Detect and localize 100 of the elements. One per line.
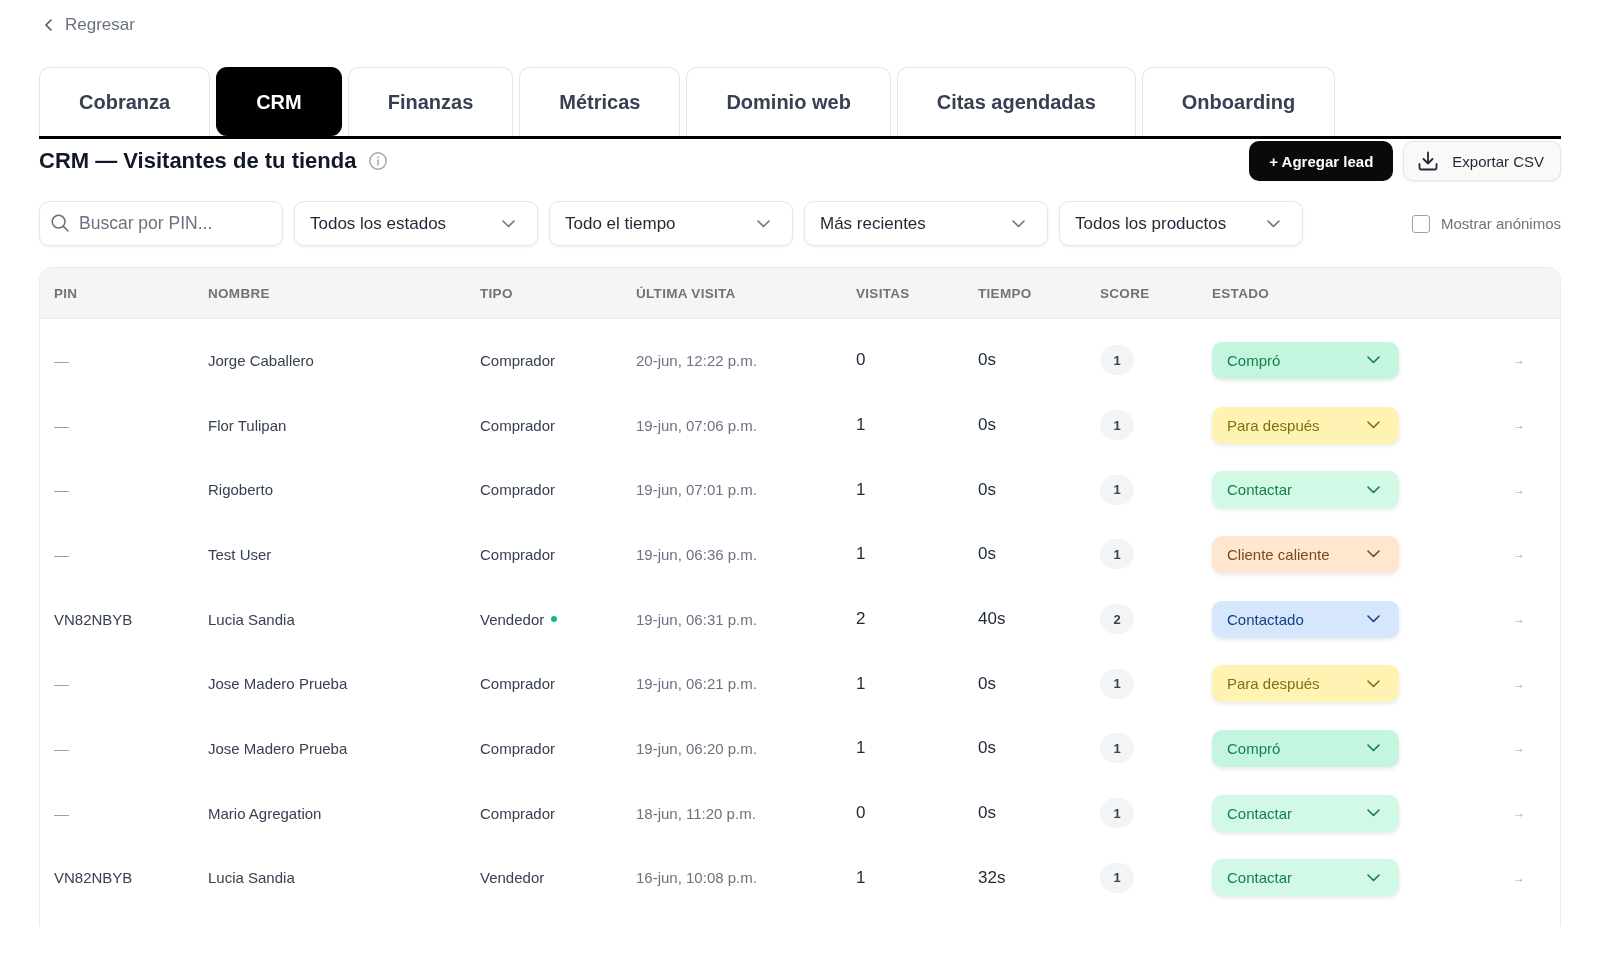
chevron-left-icon [45, 19, 52, 31]
table-cell: Comprador [480, 481, 556, 499]
table-cell-text: — [54, 545, 70, 563]
table-cell-text: 0s [978, 479, 997, 500]
checkbox[interactable] [1411, 214, 1430, 233]
status-dropdown[interactable]: Contactar [1212, 859, 1399, 897]
tab[interactable]: CRM [216, 67, 342, 136]
table-cell-text: 16-jun, 10:08 p.m. [636, 869, 758, 887]
arrow-link[interactable]: → [1513, 870, 1525, 885]
table-cell-text: 0s [978, 673, 997, 694]
page-title: CRM — Visitantes de tu tienda [39, 148, 357, 174]
table-cell-text: — [54, 416, 70, 434]
score-badge: 1 [1100, 410, 1134, 441]
filter-dropdown[interactable]: Todos los productos [1059, 201, 1303, 246]
back-link[interactable]: Regresar [45, 15, 135, 35]
status-dropdown[interactable]: Compró [1212, 729, 1399, 767]
table-cell-text: 2 [856, 609, 867, 630]
table-cell-text: 1 [856, 544, 867, 565]
table-cell-text: — [54, 739, 70, 757]
table-cell-text: 19-jun, 06:20 p.m. [636, 739, 758, 757]
column-header: ESTADO [1212, 285, 1271, 301]
column-header: TIPO [480, 285, 514, 301]
column-header: ÚLTIMA VISITA [636, 285, 737, 301]
table-cell-text: Flor Tulipan [208, 416, 288, 434]
table-cell-text: 0s [978, 350, 997, 371]
table-cell-text: Lucia Sandia [208, 869, 296, 887]
arrow-link[interactable]: → [1513, 806, 1525, 821]
chevron-down-icon [1367, 421, 1380, 430]
score-badge: 1 [1100, 474, 1134, 505]
column-header: NOMBRE [208, 285, 271, 301]
tab[interactable]: Onboarding [1141, 67, 1336, 136]
score-badge: 1 [1100, 798, 1134, 829]
table-cell-text: 32s [978, 867, 1007, 888]
score-badge: 1 [1100, 862, 1134, 893]
table-cell-text: 0s [978, 544, 997, 565]
table-cell: Comprador [480, 739, 556, 757]
score-badge: 1 [1100, 668, 1134, 699]
table-cell: Vendedor [480, 610, 545, 628]
filter-dropdown[interactable]: Más recientes [804, 201, 1048, 246]
download-icon [1418, 151, 1439, 171]
table-cell-text: 19-jun, 07:06 p.m. [636, 416, 758, 434]
search-icon [51, 214, 69, 232]
status-dropdown[interactable]: Para después [1212, 665, 1399, 703]
tab[interactable]: Métricas [519, 67, 681, 136]
table-cell-text: 20-jun, 12:22 p.m. [636, 351, 758, 369]
arrow-link[interactable]: → [1513, 353, 1525, 368]
add-lead-button[interactable]: + Agregar lead [1249, 141, 1394, 181]
table-cell-text: — [54, 804, 70, 822]
table-cell-text: Mario Agregation [208, 804, 323, 822]
table-cell-text: 19-jun, 06:21 p.m. [636, 675, 758, 693]
chevron-down-icon [1367, 744, 1380, 753]
table-cell-text: Jose Madero Prueba [208, 675, 349, 693]
arrow-link[interactable]: → [1513, 418, 1525, 433]
arrow-link[interactable]: → [1513, 482, 1525, 497]
score-badge: 1 [1100, 733, 1134, 764]
info-icon [369, 152, 388, 170]
chevron-down-icon [1367, 873, 1380, 882]
tab[interactable]: Dominio web [686, 67, 891, 136]
status-dropdown[interactable]: Cliente caliente [1212, 535, 1399, 573]
arrow-link[interactable]: → [1513, 741, 1525, 756]
status-dropdown[interactable]: Contactado [1212, 600, 1399, 638]
chevron-down-icon [1367, 615, 1380, 624]
filter-dropdown[interactable]: Todos los estados [294, 201, 538, 246]
arrow-link[interactable]: → [1513, 547, 1525, 562]
score-badge: 1 [1100, 345, 1134, 376]
table-cell-text: 0s [978, 738, 997, 759]
chevron-down-icon [757, 219, 770, 228]
table-cell-text: — [54, 675, 70, 693]
chevron-down-icon [1367, 550, 1380, 559]
table-cell-text: VN82NBYB [54, 610, 134, 628]
table-cell-text: 1 [856, 415, 867, 436]
score-badge: 2 [1100, 604, 1134, 635]
export-button[interactable]: Exportar CSV [1403, 141, 1561, 181]
status-dropdown[interactable]: Compró [1212, 341, 1399, 379]
search-field[interactable]: Buscar por PIN... [39, 201, 283, 246]
tab[interactable]: Finanzas [347, 67, 514, 136]
table-cell: Comprador [480, 804, 556, 822]
status-dropdown[interactable]: Contactar [1212, 794, 1399, 832]
tab[interactable]: Citas agendadas [896, 67, 1136, 136]
chevron-down-icon [1012, 219, 1025, 228]
chevron-down-icon [1267, 219, 1280, 228]
arrow-link[interactable]: → [1513, 612, 1525, 627]
arrow-link[interactable]: → [1513, 676, 1525, 691]
table-cell-text: 1 [856, 673, 867, 694]
table-cell-text: 0 [856, 350, 867, 371]
filter-dropdown[interactable]: Todo el tiempo [549, 201, 793, 246]
table-cell-text: 1 [856, 867, 867, 888]
table-cell-text: 1 [856, 738, 867, 759]
table-cell-text: Test User [208, 545, 273, 563]
status-dropdown[interactable]: Para después [1212, 406, 1399, 444]
table-cell-text: Rigoberto [208, 481, 275, 499]
table-cell: Comprador [480, 675, 556, 693]
column-header: TIEMPO [978, 285, 1033, 301]
status-dropdown[interactable]: Contactar [1212, 471, 1399, 509]
table-cell-text: Jose Madero Prueba [208, 739, 349, 757]
table-cell-text: 40s [978, 609, 1007, 630]
chevron-down-icon [1367, 679, 1380, 688]
table-cell: Comprador [480, 545, 556, 563]
table-cell-text: Lucia Sandia [208, 610, 296, 628]
tab[interactable]: Cobranza [39, 67, 211, 136]
